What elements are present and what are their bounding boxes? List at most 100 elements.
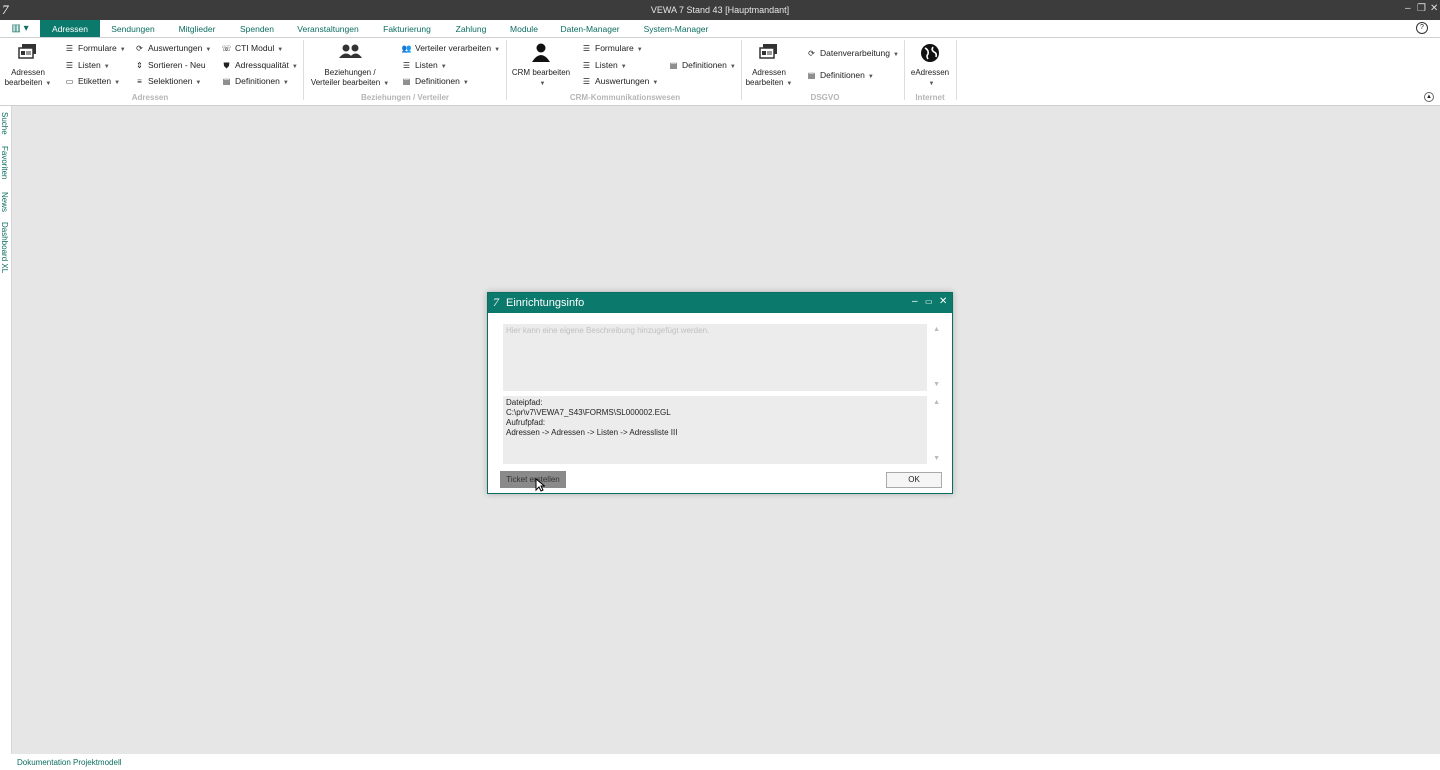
beziehungen-verteiler-button[interactable]: Beziehungen / Verteiler bearbeiten ▼	[306, 42, 394, 89]
scroll-up-icon[interactable]: ▲	[933, 398, 940, 408]
group-separator	[956, 40, 957, 100]
crm-definitionen-label: Definitionen	[682, 60, 727, 70]
group-label-dsgvo: DSGVO	[810, 93, 840, 102]
address-cards-icon	[18, 44, 36, 59]
crm-bearbeiten-button[interactable]: CRM bearbeiten ▼	[509, 42, 573, 89]
filepath-value: C:\pr\v7\VEWA7_S43\FORMS\SL000002.EGL	[506, 408, 671, 417]
beziehungen-label-1: Beziehungen /	[324, 68, 376, 77]
list-icon: ☰	[65, 44, 74, 53]
phone-icon: ☏	[221, 44, 232, 53]
people-icon: 👥	[401, 44, 412, 53]
formulare-label: Formulare	[78, 43, 117, 53]
verteiler-verarbeiten-menu[interactable]: 👥 Verteiler verarbeiten ▼	[401, 42, 501, 54]
eadressen-button[interactable]: eAdressen ▼	[907, 42, 953, 89]
scroll-down-icon[interactable]: ▼	[933, 454, 940, 464]
dialog-minimize-icon[interactable]: –	[912, 296, 918, 307]
description-textarea[interactable]: Hier kann eine eigene Beschreibung hinzu…	[503, 324, 940, 391]
auswertungen-menu[interactable]: ⟳ Auswertungen ▼	[134, 42, 211, 54]
dsgvo-adressen-label-2: bearbeiten	[745, 78, 784, 87]
ok-button[interactable]: OK	[886, 472, 942, 488]
listen-menu[interactable]: ☰ Listen ▼	[64, 59, 110, 71]
tab-daten-manager[interactable]: Daten-Manager	[552, 20, 628, 37]
mouse-cursor-icon	[535, 478, 545, 492]
selektionen-menu[interactable]: ≡ Selektionen ▼	[134, 75, 201, 87]
app-menu-button[interactable]: ▥ ▾	[0, 20, 40, 37]
title-bar: 7 VEWA 7 Stand 43 [Hauptmandant] – ❐ ✕	[0, 0, 1440, 20]
ticket-erstellen-button[interactable]: Ticket erstellen	[500, 471, 566, 488]
tab-veranstaltungen[interactable]: Veranstaltungen	[288, 20, 368, 37]
refresh-icon: ⟳	[136, 44, 143, 53]
formulare-menu[interactable]: ☰ Formulare ▼	[64, 42, 126, 54]
etiketten-menu[interactable]: ▭ Etiketten ▼	[64, 75, 120, 87]
dialog-close-icon[interactable]: ✕	[939, 296, 947, 307]
tab-spenden[interactable]: Spenden	[232, 20, 282, 37]
info-textbox[interactable]: Dateipfad: C:\pr\v7\VEWA7_S43\FORMS\SL00…	[503, 396, 940, 464]
sidebar-item-news[interactable]: News	[0, 192, 9, 212]
dsgvo-adressen-bearbeiten-button[interactable]: Adressen bearbeiten ▼	[744, 42, 794, 89]
group-label-adressen: Adressen	[131, 93, 169, 102]
filepath-label: Dateipfad:	[506, 398, 543, 407]
label-icon: ▭	[65, 77, 74, 86]
database-icon: ▤	[222, 77, 231, 86]
dsgvo-definitionen-menu[interactable]: ▤ Definitionen ▼	[806, 69, 874, 81]
crm-auswertungen-menu[interactable]: ☰ Auswertungen ▼	[581, 75, 658, 87]
group-separator	[904, 40, 905, 100]
verteiler-listen-menu[interactable]: ☰ Listen ▼	[401, 59, 447, 71]
restore-button[interactable]: ❐	[1417, 3, 1426, 14]
etiketten-label: Etiketten	[78, 76, 112, 86]
eadressen-label: eAdressen	[910, 68, 950, 77]
callpath-value: Adressen -> Adressen -> Listen -> Adress…	[506, 428, 678, 437]
scroll-down-icon[interactable]: ▼	[933, 381, 940, 388]
close-button[interactable]: ✕	[1430, 3, 1438, 14]
dokumentation-projektmodell-link[interactable]: Dokumentation Projektmodell	[17, 758, 122, 767]
tab-zahlung[interactable]: Zahlung	[446, 20, 496, 37]
collapse-ribbon-icon[interactable]: ▲	[1424, 92, 1434, 102]
verteiler-definitionen-menu[interactable]: ▤ Definitionen ▼	[401, 75, 469, 87]
shield-icon: ⛊	[223, 61, 230, 70]
dialog-title: Einrichtungsinfo	[506, 297, 585, 309]
callpath-label: Aufrufpfad:	[506, 418, 546, 427]
tab-system-manager[interactable]: System-Manager	[636, 20, 716, 37]
dialog-title-bar[interactable]: 7 Einrichtungsinfo – ▭ ✕	[488, 293, 952, 313]
datenverarbeitung-menu[interactable]: ⟳ Datenverarbeitung ▼	[806, 47, 899, 59]
dialog-maximize-icon[interactable]: ▭	[925, 297, 933, 306]
database-icon: ▤	[807, 71, 816, 80]
verteiler-listen-label: Listen	[415, 60, 438, 70]
person-icon	[532, 43, 550, 62]
sidebar-item-dashboard-xl[interactable]: Dashboard XL	[0, 222, 9, 273]
scroll-up-icon[interactable]: ▲	[933, 326, 940, 333]
crm-listen-menu[interactable]: ☰ Listen ▼	[581, 59, 627, 71]
listen-label: Listen	[78, 60, 101, 70]
definitionen-menu[interactable]: ▤ Definitionen ▼	[221, 75, 289, 87]
minimize-button[interactable]: –	[1405, 3, 1411, 14]
side-panel: Suche Favoriten News Dashboard XL	[0, 106, 12, 756]
address-cards-icon	[759, 44, 777, 59]
crm-auswertungen-label: Auswertungen	[595, 76, 650, 86]
tab-module[interactable]: Module	[502, 20, 546, 37]
crm-definitionen-menu[interactable]: ▤ Definitionen ▼	[668, 59, 736, 71]
help-icon[interactable]: ?	[1416, 22, 1428, 34]
tab-sendungen[interactable]: Sendungen	[104, 20, 162, 37]
sortieren-neu-button[interactable]: ⇕ Sortieren - Neu	[134, 59, 206, 71]
refresh-icon: ⟳	[808, 49, 815, 58]
window-title: VEWA 7 Stand 43 [Hauptmandant]	[650, 5, 790, 15]
sidebar-item-favoriten[interactable]: Favoriten	[0, 146, 9, 179]
crm-listen-label: Listen	[595, 60, 618, 70]
group-label-beziehungen: Beziehungen / Verteiler	[360, 93, 450, 102]
dsgvo-adressen-label-1: Adressen	[752, 68, 786, 77]
dsgvo-definitionen-label: Definitionen	[820, 70, 865, 80]
group-separator	[741, 40, 742, 100]
tab-adressen[interactable]: Adressen	[40, 20, 100, 37]
adressqualitaet-menu[interactable]: ⛊ Adressqualität ▼	[221, 59, 298, 71]
tab-fakturierung[interactable]: Fakturierung	[374, 20, 440, 37]
crm-formulare-menu[interactable]: ☰ Formulare ▼	[581, 42, 643, 54]
list-icon: ☰	[582, 77, 591, 86]
cti-modul-label: CTI Modul	[235, 43, 275, 53]
group-label-internet: Internet	[915, 93, 945, 102]
list-icon: ☰	[582, 61, 591, 70]
cti-modul-menu[interactable]: ☏ CTI Modul ▼	[221, 42, 283, 54]
sidebar-item-suche[interactable]: Suche	[0, 112, 9, 135]
adressen-bearbeiten-button[interactable]: Adressen bearbeiten ▼	[3, 42, 53, 89]
tab-mitglieder[interactable]: Mitglieder	[168, 20, 226, 37]
database-icon: ▤	[669, 61, 678, 70]
